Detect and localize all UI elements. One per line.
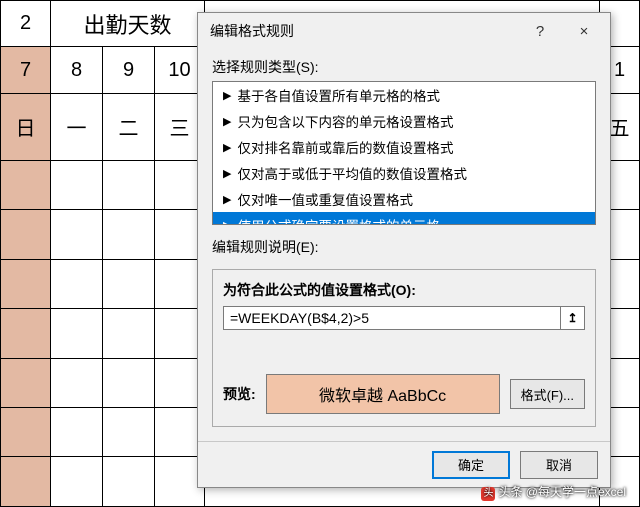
rule-item-all-cells[interactable]: ▶基于各自值设置所有单元格的格式 — [213, 82, 595, 108]
close-button[interactable]: × — [562, 16, 606, 46]
cell[interactable] — [51, 210, 103, 259]
cell[interactable] — [51, 358, 103, 407]
rule-desc-panel: 为符合此公式的值设置格式(O): ↥ 预览: 微软卓越 AaBbCc 格式(F)… — [212, 269, 596, 427]
rule-item-above-below-avg[interactable]: ▶仅对高于或低于平均值的数值设置格式 — [213, 160, 595, 186]
dialog-titlebar: 编辑格式规则 ? × — [198, 13, 610, 49]
help-button[interactable]: ? — [518, 16, 562, 46]
rule-item-unique-duplicate[interactable]: ▶仅对唯一值或重复值设置格式 — [213, 186, 595, 212]
rule-type-list[interactable]: ▶基于各自值设置所有单元格的格式 ▶只为包含以下内容的单元格设置格式 ▶仅对排名… — [212, 81, 596, 225]
header-8[interactable]: 8 — [51, 47, 103, 93]
cell[interactable] — [51, 457, 103, 507]
cell[interactable] — [103, 259, 155, 308]
cell[interactable] — [51, 407, 103, 456]
header-7[interactable]: 7 — [1, 47, 51, 93]
cell[interactable] — [1, 160, 51, 209]
cell[interactable] — [51, 259, 103, 308]
collapse-icon: ↥ — [567, 311, 577, 325]
range-picker-button[interactable]: ↥ — [561, 306, 585, 330]
header-9[interactable]: 9 — [103, 47, 155, 93]
day-tue[interactable]: 二 — [103, 93, 155, 160]
rule-item-top-bottom[interactable]: ▶仅对排名靠前或靠后的数值设置格式 — [213, 134, 595, 160]
cell[interactable] — [103, 160, 155, 209]
format-button[interactable]: 格式(F)... — [510, 379, 585, 409]
preview-label: 预览: — [223, 384, 256, 404]
cell[interactable] — [1, 210, 51, 259]
cell[interactable] — [103, 309, 155, 358]
triangle-icon: ▶ — [223, 193, 231, 206]
day-sun[interactable]: 日 — [1, 93, 51, 160]
cell[interactable] — [51, 160, 103, 209]
triangle-icon: ▶ — [223, 115, 231, 128]
cell[interactable] — [1, 407, 51, 456]
dialog-footer: 确定 取消 — [198, 441, 610, 487]
cell-value: 2 — [20, 12, 31, 34]
cell[interactable] — [1, 309, 51, 358]
cell[interactable] — [103, 457, 155, 507]
formula-heading: 为符合此公式的值设置格式(O): — [223, 280, 585, 300]
ok-button[interactable]: 确定 — [432, 451, 510, 479]
day-mon[interactable]: 一 — [51, 93, 103, 160]
cell-topleft[interactable]: 2 — [1, 1, 51, 47]
cell-title[interactable]: 出勤天数 — [51, 1, 205, 47]
dialog-title: 编辑格式规则 — [210, 21, 518, 41]
cell[interactable] — [103, 358, 155, 407]
preview-sample: 微软卓越 AaBbCc — [266, 374, 500, 414]
dialog-body: 选择规则类型(S): ▶基于各自值设置所有单元格的格式 ▶只为包含以下内容的单元… — [198, 49, 610, 441]
cell[interactable] — [1, 457, 51, 507]
rule-desc-label: 编辑规则说明(E): — [212, 237, 596, 257]
rule-item-formula[interactable]: ▶使用公式确定要设置格式的单元格 — [213, 212, 595, 225]
triangle-icon: ▶ — [223, 89, 231, 102]
rule-item-contains[interactable]: ▶只为包含以下内容的单元格设置格式 — [213, 108, 595, 134]
triangle-icon: ▶ — [223, 167, 231, 180]
close-icon: × — [580, 23, 589, 40]
cell[interactable] — [103, 210, 155, 259]
cell[interactable] — [103, 407, 155, 456]
cell[interactable] — [1, 358, 51, 407]
edit-format-rule-dialog: 编辑格式规则 ? × 选择规则类型(S): ▶基于各自值设置所有单元格的格式 ▶… — [197, 12, 611, 488]
cell[interactable] — [1, 259, 51, 308]
cell[interactable] — [51, 309, 103, 358]
help-icon: ? — [536, 23, 544, 40]
triangle-icon: ▶ — [223, 141, 231, 154]
cancel-button[interactable]: 取消 — [520, 451, 598, 479]
triangle-icon: ▶ — [223, 219, 231, 226]
formula-input[interactable] — [223, 306, 561, 330]
rule-type-label: 选择规则类型(S): — [212, 57, 596, 77]
